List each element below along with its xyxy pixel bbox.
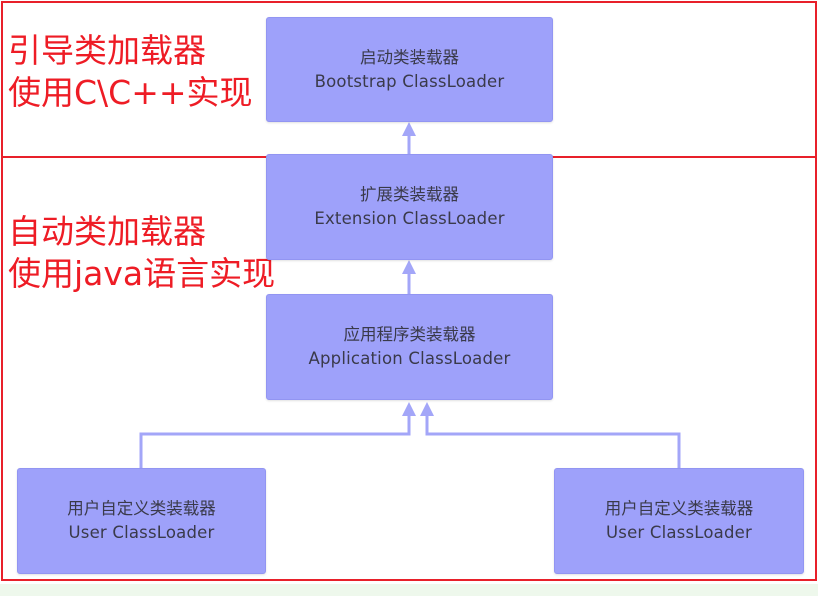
bootstrap-annotation-line1: 引导类加载器 xyxy=(8,31,206,70)
application-classloader-zh: 应用程序类装载器 xyxy=(343,325,476,344)
user-classloader-left-en: User ClassLoader xyxy=(68,523,215,542)
user-classloader-left-zh: 用户自定义类装载器 xyxy=(67,499,216,518)
bootstrap-annotation-line2: 使用C\C++实现 xyxy=(8,73,253,112)
application-classloader-en: Application ClassLoader xyxy=(308,349,511,368)
bootstrap-annotation: 引导类加载器 使用C\C++实现 xyxy=(8,30,253,114)
bootstrap-classloader-en: Bootstrap ClassLoader xyxy=(314,71,505,91)
user-classloader-right-box: 用户自定义类装载器 User ClassLoader xyxy=(554,468,804,574)
application-classloader-box: 应用程序类装载器 Application ClassLoader xyxy=(266,294,553,400)
extension-classloader-box: 扩展类装载器 Extension ClassLoader xyxy=(266,154,553,260)
extension-classloader-zh: 扩展类装载器 xyxy=(360,185,459,204)
bottom-background-strip xyxy=(0,584,818,596)
custom-annotation-line2: 使用java语言实现 xyxy=(8,254,276,293)
custom-annotation-line1: 自动类加载器 xyxy=(8,212,206,251)
user-classloader-right-en: User ClassLoader xyxy=(606,523,752,542)
user-classloader-left-box: 用户自定义类装载器 User ClassLoader xyxy=(17,468,266,574)
custom-annotation: 自动类加载器 使用java语言实现 xyxy=(8,211,275,295)
extension-classloader-en: Extension ClassLoader xyxy=(314,209,505,228)
user-classloader-right-zh: 用户自定义类装载器 xyxy=(604,499,754,518)
bootstrap-classloader-zh: 启动类装载器 xyxy=(360,47,459,67)
bootstrap-classloader-box: 启动类装载器 Bootstrap ClassLoader xyxy=(266,17,553,122)
